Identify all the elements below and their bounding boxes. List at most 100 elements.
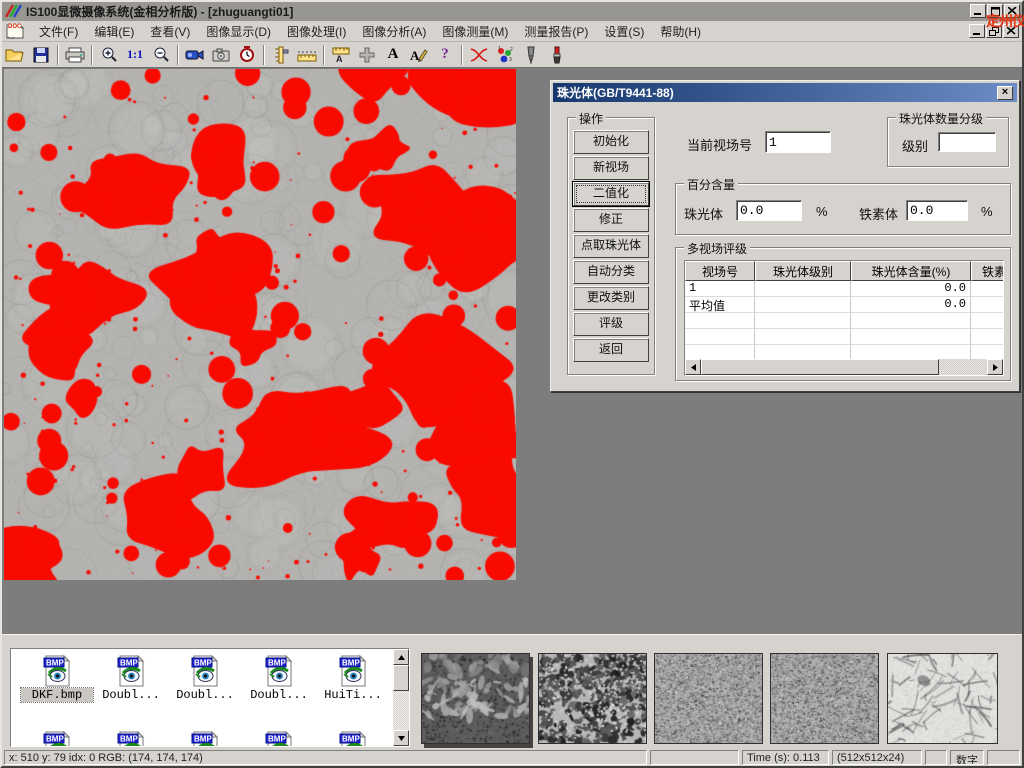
new-field-button[interactable]: 新视场 [573,156,649,180]
initialize-button[interactable]: 初始化 [573,130,649,154]
table-row[interactable]: 平均值 0.0 [685,297,1003,313]
timer-button[interactable] [234,43,260,66]
file-item[interactable]: BMP Doubl... [169,653,241,702]
grade-input[interactable] [938,132,996,152]
cell [685,313,755,329]
menu-image-processing[interactable]: 图像处理(I) [279,21,354,42]
file-item[interactable]: BMP [243,729,315,747]
file-name[interactable]: Doubl... [169,688,241,702]
binarize-button[interactable]: 二值化 [573,182,649,206]
menu-view[interactable]: 查看(V) [142,21,198,42]
ruler-icon [297,48,317,62]
pearlite-dialog: 珠光体(GB/T9441-88) × 操作 初始化 新视场 二值化 修正 点取珠… [550,80,1020,392]
file-item[interactable]: BMP Doubl... [95,653,167,702]
col-pearlite-content[interactable]: 珠光体含量(%) [851,261,971,281]
brush-tool-button[interactable] [544,43,570,66]
current-field-label: 当前视场号 [687,135,752,154]
change-class-button[interactable]: 更改类别 [573,286,649,310]
file-name[interactable]: DKF.bmp [21,688,93,702]
file-item[interactable]: BMP HuiTi... [317,653,389,702]
file-name[interactable]: Doubl... [95,688,167,702]
grade-button[interactable]: 评级 [573,312,649,336]
menu-report[interactable]: 测量报告(P) [516,21,596,42]
thumbnail-2[interactable] [538,653,647,744]
pearlite-percent-input[interactable] [736,200,802,221]
zoom-in-button[interactable] [96,43,122,66]
svg-text:BMP: BMP [268,659,286,668]
file-item[interactable]: BMP [21,729,93,747]
minimize-button[interactable] [970,4,986,18]
help-button[interactable]: ? [432,43,458,66]
text-annotation-button[interactable]: A [380,43,406,66]
file-item[interactable]: BMP DKF.bmp [21,653,93,702]
file-name[interactable]: HuiTi... [317,688,389,702]
zoom-out-button[interactable] [148,43,174,66]
table-row[interactable]: 1 0.0 [685,281,1003,297]
file-item[interactable]: BMP Doubl... [243,653,315,702]
cell [755,281,851,297]
scroll-thumb[interactable] [701,359,939,375]
menu-image-display[interactable]: 图像显示(D) [198,21,279,42]
table-row[interactable] [685,313,1003,329]
thumbnail-5[interactable] [887,653,998,744]
grid-button[interactable] [354,43,380,66]
specimen-image[interactable] [4,69,516,580]
svg-text:A: A [336,54,343,63]
return-button[interactable]: 返回 [573,338,649,362]
caliper-measure-button[interactable] [268,43,294,66]
file-item[interactable]: BMP [169,729,241,747]
ruler-measure-button[interactable] [294,43,320,66]
current-field-input[interactable] [765,131,831,153]
dialog-title-bar[interactable]: 珠光体(GB/T9441-88) × [553,83,1017,102]
scroll-track[interactable] [939,359,987,375]
ferrite-percent-input[interactable] [906,200,968,221]
col-ferrite-content[interactable]: 铁素体含量(%) [971,261,1004,281]
menu-image-analysis[interactable]: 图像分析(A) [354,21,434,42]
status-bar: x: 510 y: 79 idx: 0 RGB: (174, 174, 174)… [2,749,1022,766]
menu-file[interactable]: 文件(F) [31,21,86,42]
print-button[interactable] [62,43,88,66]
col-pearlite-grade[interactable]: 珠光体级别 [755,261,851,281]
correct-button[interactable]: 修正 [573,208,649,232]
scroll-thumb[interactable] [393,665,409,691]
table-horizontal-scrollbar[interactable] [685,359,1003,375]
menu-help[interactable]: 帮助(H) [652,21,709,42]
photo-capture-button[interactable] [208,43,234,66]
scroll-up-button[interactable] [393,649,409,665]
thumbnail-4[interactable] [770,653,879,744]
calibration-button[interactable]: A [328,43,354,66]
file-list-scrollbar[interactable] [393,649,409,746]
table-row[interactable] [685,329,1003,345]
thumbnail-3[interactable] [654,653,763,744]
menu-edit[interactable]: 编辑(E) [86,21,142,42]
video-capture-button[interactable] [182,43,208,66]
thumbnail-1[interactable] [421,653,530,744]
mdi-minimize-button[interactable] [969,24,985,38]
rating-table[interactable]: 视场号 珠光体级别 珠光体含量(%) 铁素体含量(%) 1 0.0 平均值 0.… [684,260,1004,376]
open-file-button[interactable] [2,43,28,66]
pen-tool-button[interactable] [518,43,544,66]
file-item[interactable]: BMP [317,729,389,747]
multifield-group-label: 多视场评级 [684,240,750,257]
edit-annotation-button[interactable]: A [406,43,432,66]
curve-tool-button[interactable] [466,43,492,66]
save-button[interactable] [28,43,54,66]
scroll-left-button[interactable] [685,359,701,375]
menu-settings[interactable]: 设置(S) [596,21,652,42]
scale-text-icon: A [332,47,350,63]
dialog-close-button[interactable]: × [997,86,1013,100]
doc-badge: DOC [8,24,21,30]
col-field-no[interactable]: 视场号 [685,261,755,281]
file-list-panel[interactable]: BMP DKF.bmp BMP Doubl... BMP Doubl... BM… [10,648,410,747]
scroll-right-button[interactable] [987,359,1003,375]
phase-mark-button[interactable]: 123 [492,43,518,66]
file-name[interactable]: Doubl... [243,688,315,702]
zoom-actual-button[interactable]: 1:1 [122,43,148,66]
file-item[interactable]: BMP [95,729,167,747]
scroll-down-button[interactable] [393,730,409,746]
auto-classify-button[interactable]: 自动分类 [573,260,649,284]
menu-image-measure[interactable]: 图像测量(M) [434,21,516,42]
cell [685,329,755,345]
pick-pearlite-button[interactable]: 点取珠光体 [573,234,649,258]
percent-group: 百分含量 珠光体 % 铁素体 % [675,183,1011,235]
